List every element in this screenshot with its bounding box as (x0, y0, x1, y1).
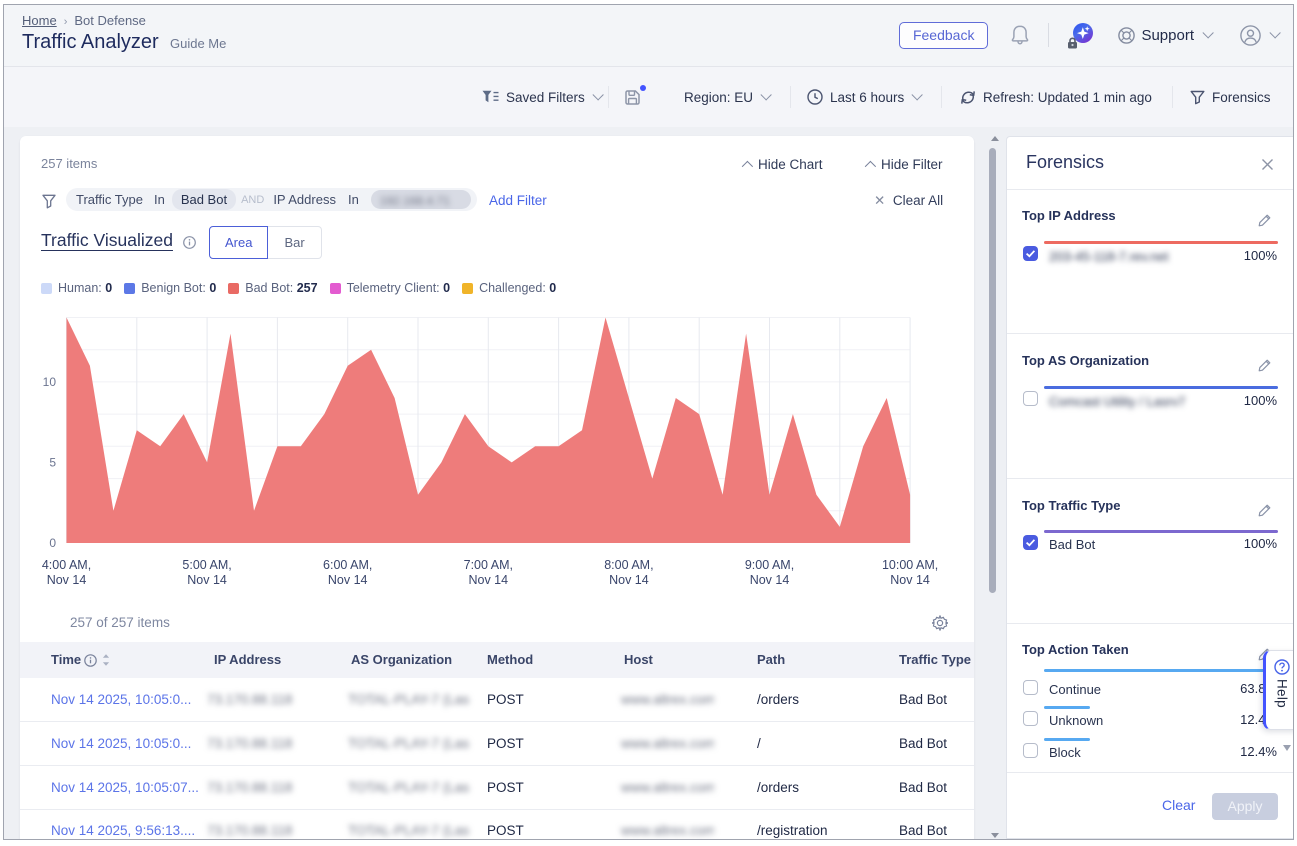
svg-text:Nov 14: Nov 14 (750, 573, 790, 587)
svg-text:0: 0 (49, 536, 56, 550)
svg-text:9:00 AM,: 9:00 AM, (745, 558, 794, 572)
svg-text:10:00 AM,: 10:00 AM, (882, 558, 938, 572)
svg-text:7:00 AM,: 7:00 AM, (464, 558, 513, 572)
svg-text:6:00 AM,: 6:00 AM, (323, 558, 372, 572)
svg-text:Nov 14: Nov 14 (890, 573, 930, 587)
svg-text:Nov 14: Nov 14 (468, 573, 508, 587)
svg-text:5:00 AM,: 5:00 AM, (182, 558, 231, 572)
svg-text:10: 10 (43, 375, 57, 389)
svg-text:Nov 14: Nov 14 (187, 573, 227, 587)
svg-text:4:00 AM,: 4:00 AM, (42, 558, 91, 572)
svg-text:Nov 14: Nov 14 (609, 573, 649, 587)
svg-text:8:00 AM,: 8:00 AM, (604, 558, 653, 572)
svg-text:5: 5 (49, 456, 56, 470)
svg-text:Nov 14: Nov 14 (47, 573, 87, 587)
svg-text:Nov 14: Nov 14 (328, 573, 368, 587)
